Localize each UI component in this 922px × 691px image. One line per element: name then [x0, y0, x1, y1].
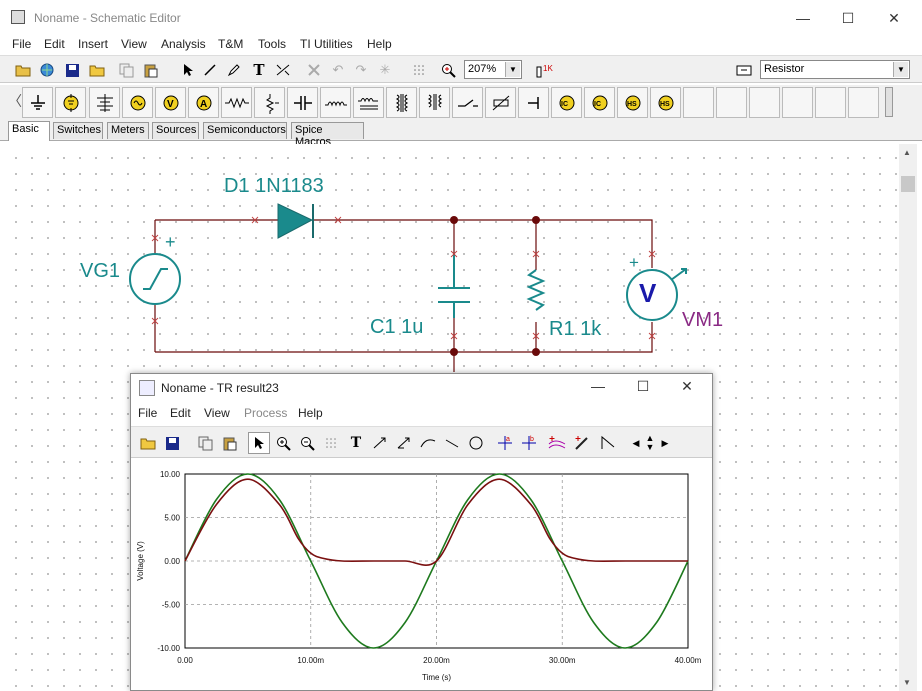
result-zoom-in-icon[interactable] [272, 432, 294, 454]
result-scroll-right-icon[interactable]: ▶ [654, 432, 676, 454]
y-tick-label: 5.00 [164, 514, 180, 523]
result-menu-view[interactable]: View [204, 406, 230, 420]
svg-text:a: a [506, 436, 510, 443]
result-menu-file[interactable]: File [138, 406, 157, 420]
diode-label[interactable]: D1 1N1183 [224, 175, 324, 198]
chart-window-icon [139, 380, 155, 396]
result-arrow-alt-icon[interactable] [393, 432, 415, 454]
capacitor-label[interactable]: C1 1u [370, 316, 423, 339]
x-tick-label: 10.00m [297, 656, 324, 665]
chart-svg: 0.00 10.00m 20.00m 30.00m 40.00m 10.00 5.00 0.0… [136, 470, 702, 682]
result-cursor-b-icon[interactable]: b [518, 432, 540, 454]
result-grid-icon[interactable] [320, 432, 342, 454]
y-tick-label: 0.00 [164, 557, 180, 566]
result-menu-edit[interactable]: Edit [170, 406, 191, 420]
x-tick-label: 40.00m [675, 656, 702, 665]
source-symbol[interactable] [129, 253, 181, 305]
result-copy-icon[interactable] [194, 432, 216, 454]
x-axis-label: Time (s) [422, 673, 451, 682]
y-axis-label: Voltage (V) [136, 541, 145, 581]
resistor-label[interactable]: R1 1k [549, 318, 601, 341]
capacitor-symbol[interactable] [438, 254, 470, 318]
y-tick-label: -5.00 [162, 601, 181, 610]
result-open-icon[interactable] [137, 432, 159, 454]
svg-text:b: b [530, 436, 534, 443]
voltage-chart[interactable]: 0.00 10.00m 20.00m 30.00m 40.00m 10.00 5.00 0.0… [134, 464, 711, 690]
result-save-icon[interactable] [161, 432, 183, 454]
result-text-icon[interactable]: T [345, 432, 367, 454]
result-zoom-out-icon[interactable] [296, 432, 318, 454]
x-tick-label: 0.00 [177, 656, 193, 665]
result-arrow-icon[interactable] [369, 432, 391, 454]
result-close-button[interactable]: ✕ [672, 375, 702, 397]
result-pointer-icon[interactable] [248, 432, 270, 454]
meter-label[interactable]: VM1 [682, 309, 723, 332]
result-menu-process[interactable]: Process [244, 406, 287, 420]
result-cursor-a-icon[interactable]: a [494, 432, 516, 454]
x-tick-label: 30.00m [549, 656, 576, 665]
result-mark-icon[interactable] [597, 432, 619, 454]
source-label[interactable]: VG1 [80, 260, 120, 283]
result-add-curve-icon[interactable] [546, 432, 568, 454]
result-probe-icon[interactable] [571, 432, 593, 454]
y-tick-label: 10.00 [160, 470, 181, 479]
result-paste-icon[interactable] [218, 432, 240, 454]
meter-plus-sign: + [629, 253, 639, 272]
y-tick-label: -10.00 [157, 644, 180, 653]
result-menu-help[interactable]: Help [298, 406, 323, 420]
result-window-title: Noname - TR result23 [161, 381, 279, 395]
source-plus-sign: + [165, 232, 176, 252]
x-tick-label: 20.00m [423, 656, 450, 665]
voltmeter-symbol[interactable] [626, 268, 687, 321]
result-maximize-button[interactable]: ☐ [628, 375, 658, 397]
voltmeter-symbol-text: V [639, 278, 657, 308]
diode-symbol[interactable] [277, 203, 314, 239]
result-window: Noname - TR result23 — ☐ ✕ File Edit Vie… [130, 373, 713, 691]
result-minimize-button[interactable]: — [583, 375, 613, 397]
result-curve-icon[interactable] [417, 432, 439, 454]
resistor-symbol[interactable] [526, 269, 546, 311]
result-line-icon[interactable] [441, 432, 463, 454]
result-circle-icon[interactable] [465, 432, 487, 454]
result-toolbar: T a b ◀ ▲ ▼ ▶ [131, 426, 712, 458]
